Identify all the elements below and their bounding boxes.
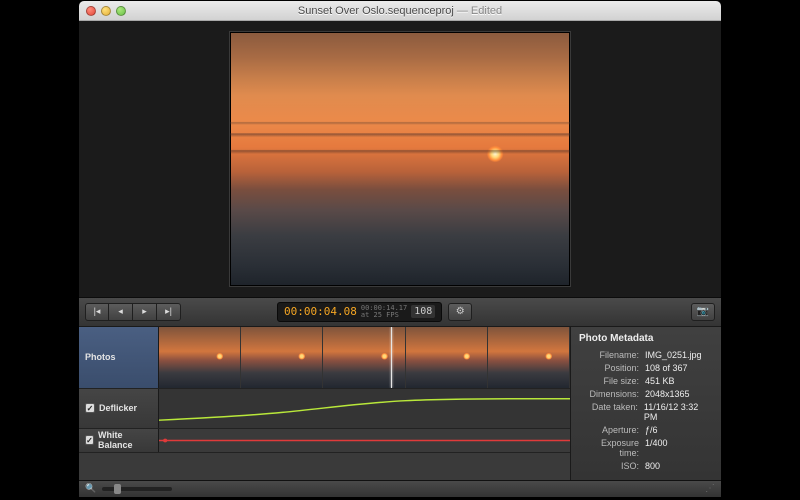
- track-label: White Balance: [98, 430, 152, 450]
- timeline-panel: |◂ ◂ ▸ ▸| 00:00:04.08 00:00:14.17 at 25 …: [79, 297, 721, 497]
- track-label: Photos: [85, 352, 116, 362]
- meta-row: Filename:IMG_0251.jpg: [579, 350, 713, 360]
- track-photos: Photos: [79, 327, 570, 389]
- go-start-button[interactable]: |◂: [85, 303, 109, 321]
- tracks-and-metadata: Photos ✓: [79, 327, 721, 480]
- window-title: Sunset Over Oslo.sequenceproj — Edited: [79, 5, 721, 17]
- status-bar: 🔍 ⋰: [79, 480, 721, 497]
- timeline-toolbar: |◂ ◂ ▸ ▸| 00:00:04.08 00:00:14.17 at 25 …: [79, 298, 721, 327]
- meta-row: Date taken:11/16/12 3:32 PM: [579, 402, 713, 422]
- meta-row: Exposure time:1/400: [579, 438, 713, 458]
- zoom-slider[interactable]: [102, 487, 172, 491]
- export-button[interactable]: 📷: [691, 303, 715, 321]
- deflicker-curve: [159, 398, 570, 419]
- track-header-photos[interactable]: Photos: [79, 327, 159, 388]
- metadata-panel: Photo Metadata Filename:IMG_0251.jpg Pos…: [571, 327, 721, 480]
- timecode-current: 00:00:04.08: [284, 305, 357, 318]
- meta-row: ISO:800: [579, 461, 713, 471]
- meta-row: Aperture:ƒ/6: [579, 425, 713, 435]
- settings-button[interactable]: ⚙: [448, 303, 472, 321]
- meta-row: Dimensions:2048x1365: [579, 389, 713, 399]
- thumbnail[interactable]: [406, 327, 488, 388]
- tracks-area: Photos ✓: [79, 327, 571, 480]
- wb-checkbox[interactable]: ✓: [85, 435, 94, 445]
- thumbnail[interactable]: [488, 327, 570, 388]
- gear-icon: ⚙: [456, 306, 465, 317]
- track-header-deflicker[interactable]: ✓ Deflicker: [79, 389, 159, 428]
- track-label: Deflicker: [99, 403, 137, 413]
- playhead[interactable]: [391, 327, 392, 388]
- app-window: Sunset Over Oslo.sequenceproj — Edited |…: [78, 0, 722, 498]
- zoom-out-icon[interactable]: 🔍: [85, 483, 96, 494]
- thumbnail[interactable]: [323, 327, 405, 388]
- preview-image[interactable]: [230, 32, 570, 286]
- track-deflicker: ✓ Deflicker: [79, 389, 570, 429]
- wb-keyframe-icon[interactable]: [163, 438, 167, 442]
- frame-counter: 108: [411, 305, 435, 318]
- track-header-wb[interactable]: ✓ White Balance: [79, 429, 159, 452]
- preview-area: [79, 21, 721, 297]
- playback-controls: |◂ ◂ ▸ ▸|: [85, 303, 181, 321]
- thumbnail[interactable]: [241, 327, 323, 388]
- timecode-sub: 00:00:14.17 at 25 FPS: [361, 305, 407, 319]
- camera-icon: 📷: [697, 306, 709, 317]
- go-end-button[interactable]: ▸|: [157, 303, 181, 321]
- track-white-balance: ✓ White Balance: [79, 429, 570, 453]
- thumbnail[interactable]: [159, 327, 241, 388]
- meta-row: Position:108 of 367: [579, 363, 713, 373]
- photos-strip[interactable]: [159, 327, 570, 388]
- titlebar[interactable]: Sunset Over Oslo.sequenceproj — Edited: [79, 1, 721, 21]
- document-title: Sunset Over Oslo.sequenceproj: [298, 5, 454, 17]
- step-back-button[interactable]: ◂: [109, 303, 133, 321]
- play-button[interactable]: ▸: [133, 303, 157, 321]
- deflicker-curve-area[interactable]: [159, 389, 570, 428]
- meta-row: File size:451 KB: [579, 376, 713, 386]
- edited-indicator: — Edited: [457, 5, 502, 17]
- deflicker-checkbox[interactable]: ✓: [85, 403, 95, 413]
- resize-handle-icon[interactable]: ⋰: [705, 483, 715, 494]
- timecode-display[interactable]: 00:00:04.08 00:00:14.17 at 25 FPS 108: [277, 302, 442, 322]
- metadata-title: Photo Metadata: [579, 333, 713, 344]
- wb-curve-area[interactable]: [159, 429, 570, 452]
